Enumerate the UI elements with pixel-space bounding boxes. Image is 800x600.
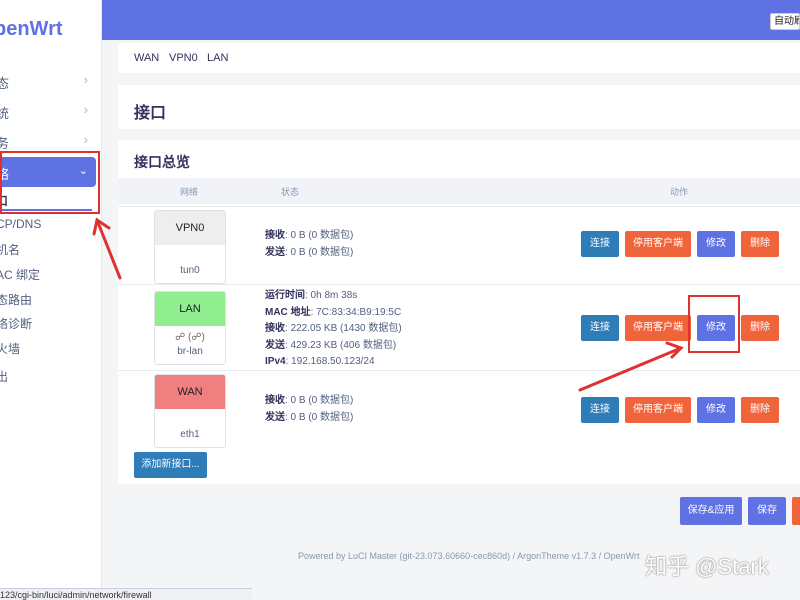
interface-tabs: WAN VPN0 LAN bbox=[118, 43, 800, 73]
delete-button[interactable]: 删除 bbox=[741, 231, 779, 257]
device-name: eth1 bbox=[180, 429, 200, 440]
sidebar-subitem-firewall[interactable]: 火墙 bbox=[0, 335, 100, 359]
column-header-network: 网络 bbox=[180, 187, 199, 197]
column-header-actions: 动作 bbox=[670, 187, 689, 197]
sidebar-subitem-mac-binding[interactable]: AC 绑定 bbox=[0, 261, 100, 285]
chevron-right-icon: › bbox=[83, 102, 88, 117]
interface-status: 接收: 0 B (0 数据包) 发送: 0 B (0 数据包) bbox=[265, 393, 353, 426]
sidebar-subitem-label: 络诊断 bbox=[0, 317, 33, 331]
auto-refresh-button[interactable]: 自动刷新 bbox=[770, 13, 800, 30]
status-value: : 0 B (0 数据包) bbox=[285, 246, 354, 258]
add-interface-button[interactable]: 添加新接口... bbox=[134, 452, 207, 478]
status-value: : 0 B (0 数据包) bbox=[285, 395, 354, 406]
tab-lan[interactable]: LAN bbox=[207, 52, 228, 64]
sidebar-item-label: 统 bbox=[0, 103, 9, 122]
interface-status: 运行时间: 0h 8m 38s MAC 地址: 7C:83:34:B9:19:5… bbox=[265, 288, 402, 371]
chevron-right-icon: › bbox=[83, 132, 88, 147]
interface-name: VPN0 bbox=[155, 211, 225, 245]
connect-button[interactable]: 连接 bbox=[581, 231, 619, 257]
status-value: : 7C:83:34:B9:19:5C bbox=[310, 306, 402, 318]
sidebar-item-status[interactable]: 态 › bbox=[0, 66, 100, 96]
table-row: VPN0 tun0 接收: 0 B (0 数据包) 发送: 0 B (0 数据包… bbox=[118, 206, 800, 284]
section-title: 接口总览 bbox=[134, 154, 190, 170]
watermark: 知乎 @Stark bbox=[645, 554, 769, 579]
connect-button[interactable]: 连接 bbox=[581, 315, 619, 341]
footer-text: Powered by LuCI Master (git-23.073.60660… bbox=[298, 551, 640, 561]
sidebar-item-label: 态 bbox=[0, 73, 9, 92]
status-key: 运行时间 bbox=[265, 290, 305, 301]
status-key: IPv4 bbox=[265, 356, 286, 367]
status-key: MAC 地址 bbox=[265, 306, 311, 318]
status-value: : 192.168.50.123/24 bbox=[285, 356, 375, 367]
reset-button[interactable] bbox=[792, 497, 800, 525]
sidebar-subitem-hostnames[interactable]: 机名 bbox=[0, 236, 100, 260]
sidebar-subitem-label: 机名 bbox=[0, 243, 21, 257]
tab-vpn0[interactable]: VPN0 bbox=[169, 52, 198, 64]
delete-button[interactable]: 删除 bbox=[741, 315, 779, 341]
interface-badge-lan: LAN ☍ (☍) br-lan bbox=[154, 291, 226, 365]
stop-client-button[interactable]: 停用客户端 bbox=[625, 315, 691, 341]
sidebar-item-system[interactable]: 统 › bbox=[0, 96, 100, 126]
device-icon bbox=[155, 251, 225, 263]
page-title: 接口 bbox=[134, 105, 167, 122]
interface-name: WAN bbox=[155, 375, 225, 409]
device-name: tun0 bbox=[180, 265, 200, 276]
sidebar-subitem-label: 火墙 bbox=[0, 342, 21, 356]
table-row: WAN eth1 接收: 0 B (0 数据包) 发送: 0 B (0 数据包)… bbox=[118, 370, 800, 448]
annotation-highlight-box bbox=[0, 151, 100, 214]
stop-client-button[interactable]: 停用客户端 bbox=[625, 231, 691, 257]
chevron-right-icon: › bbox=[83, 72, 88, 87]
stop-client-button[interactable]: 停用客户端 bbox=[625, 397, 691, 423]
status-key: 接收 bbox=[265, 395, 285, 406]
table-header: 网络 状态 动作 bbox=[118, 178, 800, 204]
status-key: 接收 bbox=[265, 323, 285, 334]
sidebar-item-logout[interactable]: 出 bbox=[0, 363, 100, 387]
save-button[interactable]: 保存 bbox=[748, 497, 786, 525]
header-bar: 自动刷新 bbox=[102, 0, 800, 40]
sidebar-subitem-dhcp-dns[interactable]: CP/DNS bbox=[0, 212, 100, 236]
status-value: : 0 B (0 数据包) bbox=[285, 230, 354, 241]
sidebar: penWrt 态 › 统 › 务 › 络 ⌄ 口 CP/DNS 机名 AC 绑定… bbox=[0, 0, 102, 600]
annotation-highlight-box bbox=[688, 295, 740, 353]
status-value: : 0h 8m 38s bbox=[305, 290, 358, 301]
status-key: 发送 bbox=[265, 246, 285, 258]
delete-button[interactable]: 删除 bbox=[741, 397, 779, 423]
device-name: br-lan bbox=[177, 346, 203, 357]
sidebar-subitem-label: 态路由 bbox=[0, 293, 33, 307]
status-value: : 0 B (0 数据包) bbox=[285, 411, 354, 423]
status-value: : 222.05 KB (1430 数据包) bbox=[285, 323, 402, 334]
status-key: 发送 bbox=[265, 411, 285, 423]
interface-name: LAN bbox=[155, 292, 225, 326]
sidebar-subitem-label: CP/DNS bbox=[0, 217, 42, 231]
device-icon: ☍ (☍) bbox=[175, 332, 205, 343]
sidebar-subitem-static-routes[interactable]: 态路由 bbox=[0, 286, 100, 310]
title-card: 接口 bbox=[118, 85, 800, 129]
edit-button[interactable]: 修改 bbox=[697, 231, 735, 257]
brand-logo: penWrt bbox=[0, 18, 63, 40]
status-value: : 429.23 KB (406 数据包) bbox=[285, 339, 397, 351]
interface-badge-vpn0: VPN0 tun0 bbox=[154, 210, 226, 284]
interface-badge-wan: WAN eth1 bbox=[154, 374, 226, 448]
save-apply-button[interactable]: 保存&应用 bbox=[680, 497, 742, 525]
sidebar-subitem-diagnostics[interactable]: 络诊断 bbox=[0, 310, 100, 334]
tab-wan[interactable]: WAN bbox=[134, 52, 159, 64]
interface-status: 接收: 0 B (0 数据包) 发送: 0 B (0 数据包) bbox=[265, 228, 353, 261]
status-key: 接收 bbox=[265, 230, 285, 241]
status-url: 123/cgi-bin/luci/admin/network/firewall bbox=[0, 588, 252, 600]
connect-button[interactable]: 连接 bbox=[581, 397, 619, 423]
column-header-status: 状态 bbox=[281, 187, 300, 197]
device-icon bbox=[155, 415, 225, 427]
sidebar-subitem-label: 出 bbox=[0, 368, 8, 385]
sidebar-item-label: 务 bbox=[0, 133, 9, 152]
sidebar-subitem-label: AC 绑定 bbox=[0, 268, 41, 282]
edit-button[interactable]: 修改 bbox=[697, 397, 735, 423]
status-key: 发送 bbox=[265, 339, 285, 351]
